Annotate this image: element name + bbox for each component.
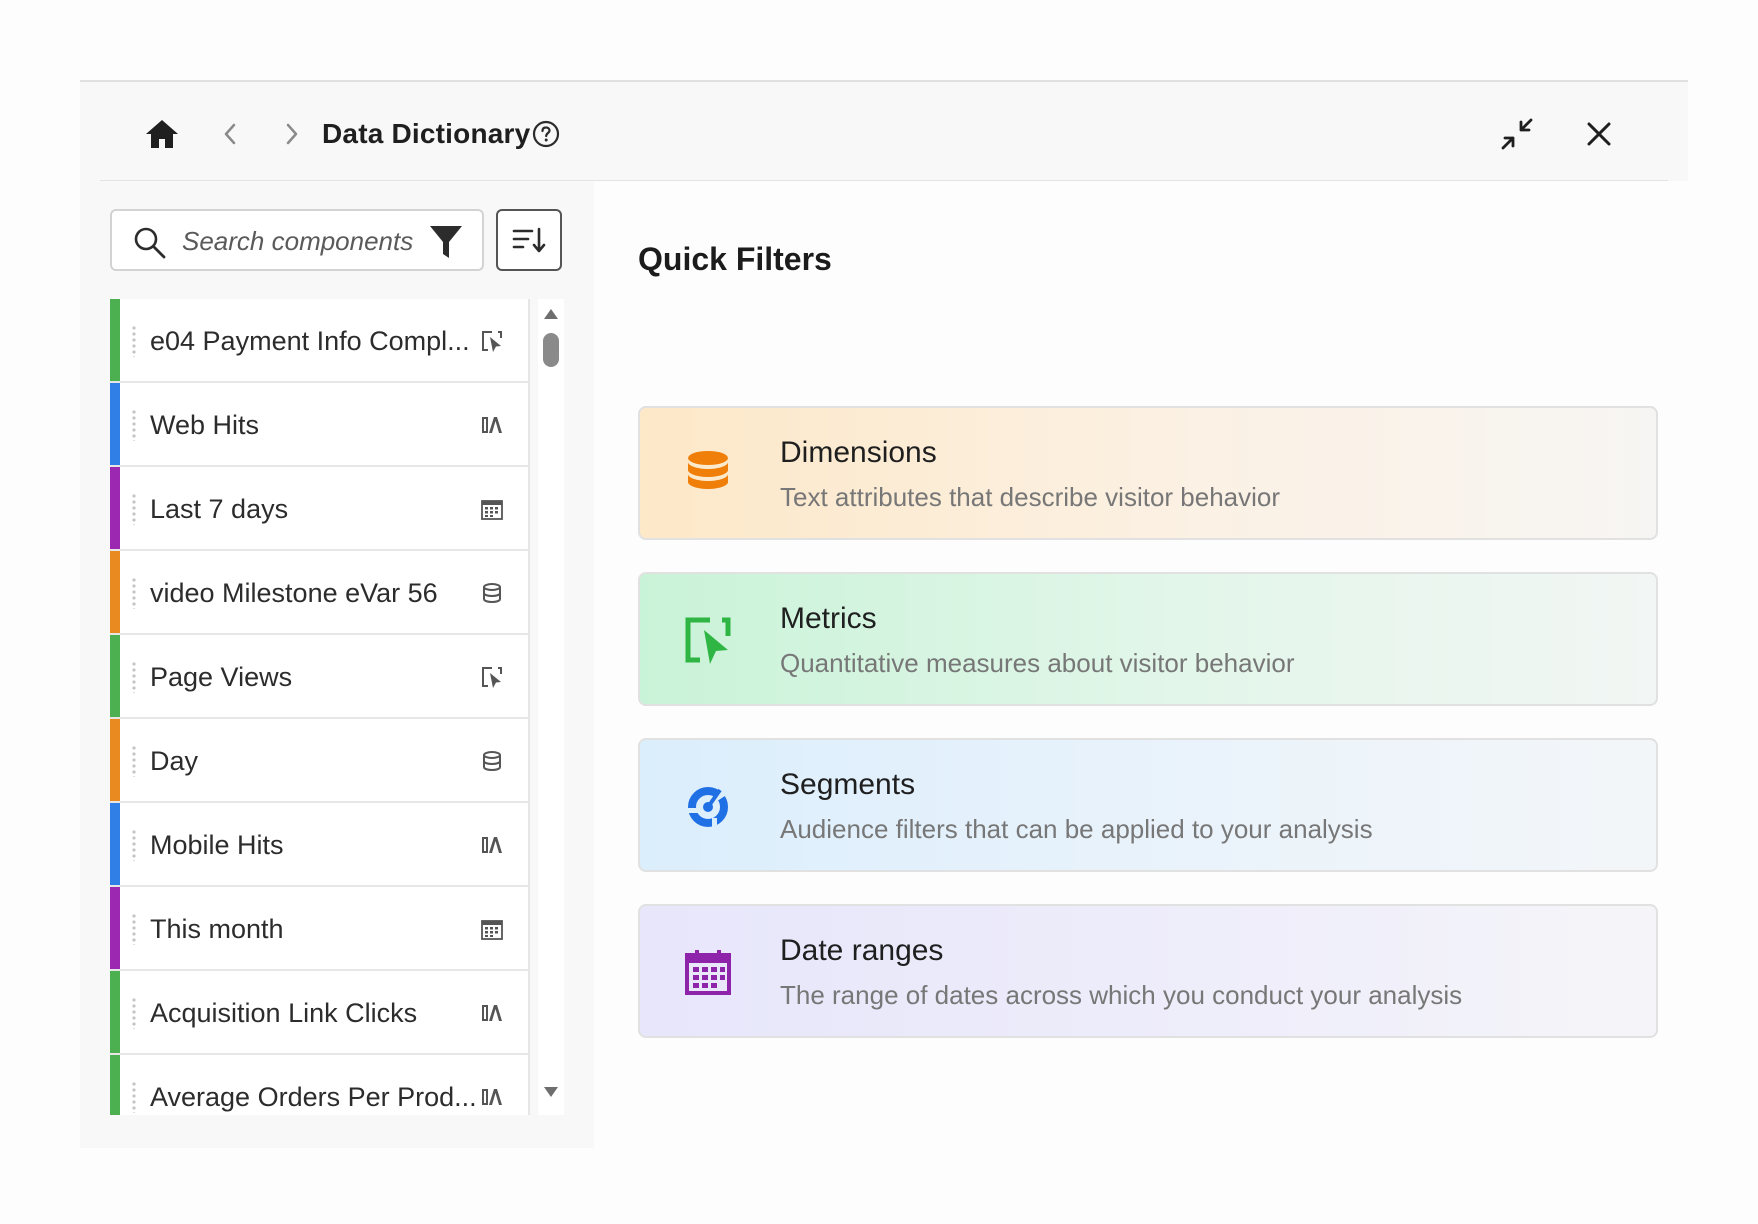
component-label: Last 7 days [150, 494, 289, 524]
component-label: Acquisition Link Clicks [150, 998, 418, 1028]
page-title: Data Dictionary [322, 118, 531, 149]
search-field[interactable] [110, 209, 484, 271]
type-color-bar [110, 635, 120, 717]
data-dictionary-panel: Data Dictionary e04 Payment Info Compl..… [80, 80, 1688, 1148]
scroll-down-arrow[interactable] [544, 1087, 558, 1097]
main-content: Quick Filters Dimensions Text attributes… [594, 181, 1688, 1148]
type-color-bar [110, 299, 120, 381]
calculated-metric-icon [480, 1085, 504, 1109]
calendar-icon [480, 497, 504, 521]
chevron-right-icon[interactable] [272, 114, 312, 154]
component-label: video Milestone eVar 56 [150, 578, 438, 608]
type-color-bar [110, 971, 120, 1053]
calculated-metric-icon [480, 833, 504, 857]
list-item[interactable]: Last 7 days [110, 467, 530, 551]
search-input[interactable] [182, 221, 422, 261]
dimensions-card[interactable]: Dimensions Text attributes that describe… [638, 406, 1658, 540]
quick-filters-title: Quick Filters [638, 241, 832, 277]
drag-handle-icon[interactable] [132, 745, 136, 777]
type-color-bar [110, 551, 120, 633]
component-label: Page Views [150, 662, 293, 692]
help-icon[interactable] [528, 116, 564, 152]
list-item[interactable]: Acquisition Link Clicks [110, 971, 530, 1055]
card-description: Text attributes that describe visitor be… [780, 482, 1281, 512]
segments-card[interactable]: Segments Audience filters that can be ap… [638, 738, 1658, 872]
list-item[interactable]: e04 Payment Info Compl... [110, 299, 530, 383]
list-item[interactable]: Web Hits [110, 383, 530, 467]
collapse-icon[interactable] [1495, 112, 1539, 156]
scroll-up-arrow[interactable] [544, 309, 558, 319]
panel-header: Data Dictionary [80, 82, 1688, 180]
component-list: e04 Payment Info Compl... Web Hits Last 7 … [110, 299, 530, 1115]
list-item[interactable]: Day [110, 719, 530, 803]
drag-handle-icon[interactable] [132, 1081, 136, 1113]
type-color-bar [110, 383, 120, 465]
type-color-bar [110, 803, 120, 885]
drag-handle-icon[interactable] [132, 577, 136, 609]
list-item[interactable]: video Milestone eVar 56 [110, 551, 530, 635]
search-icon [134, 227, 166, 259]
drag-handle-icon[interactable] [132, 409, 136, 441]
filter-icon[interactable] [428, 223, 464, 261]
components-sidebar: e04 Payment Info Compl... Web Hits Last 7 … [80, 181, 594, 1148]
type-color-bar [110, 1055, 120, 1115]
metric-icon [480, 329, 504, 353]
chevron-left-icon[interactable] [210, 114, 250, 154]
metrics-card[interactable]: Metrics Quantitative measures about visi… [638, 572, 1658, 706]
drag-handle-icon[interactable] [132, 493, 136, 525]
calendar-icon [480, 917, 504, 941]
dimension-icon [480, 581, 504, 605]
scrollbar[interactable] [538, 299, 564, 1115]
calendar-icon [685, 950, 731, 995]
segment-icon [688, 787, 728, 827]
type-color-bar [110, 467, 120, 549]
component-label: This month [150, 914, 284, 944]
card-title: Metrics [780, 602, 877, 635]
sort-icon [512, 227, 546, 253]
drag-handle-icon[interactable] [132, 661, 136, 693]
drag-handle-icon[interactable] [132, 997, 136, 1029]
metric-icon [480, 665, 504, 689]
database-icon [688, 451, 728, 489]
component-label: e04 Payment Info Compl... [150, 326, 470, 356]
list-item[interactable]: Average Orders Per Prod... [110, 1055, 530, 1115]
calculated-metric-icon [480, 1001, 504, 1025]
home-icon[interactable] [140, 112, 184, 156]
card-description: Quantitative measures about visitor beha… [780, 648, 1295, 678]
component-label: Average Orders Per Prod... [150, 1082, 477, 1112]
drag-handle-icon[interactable] [132, 913, 136, 945]
drag-handle-icon[interactable] [132, 325, 136, 357]
card-description: Audience filters that can be applied to … [780, 814, 1373, 844]
type-color-bar [110, 887, 120, 969]
date-ranges-card[interactable]: Date ranges The range of dates across wh… [638, 904, 1658, 1038]
scroll-thumb[interactable] [543, 333, 559, 367]
component-label: Mobile Hits [150, 830, 284, 860]
card-title: Dimensions [780, 436, 937, 469]
sort-button[interactable] [496, 209, 562, 271]
calculated-metric-icon [480, 413, 504, 437]
list-item[interactable]: Page Views [110, 635, 530, 719]
component-label: Web Hits [150, 410, 260, 440]
list-item[interactable]: This month [110, 887, 530, 971]
list-item[interactable]: Mobile Hits [110, 803, 530, 887]
close-icon[interactable] [1577, 112, 1621, 156]
card-title: Date ranges [780, 934, 944, 967]
card-title: Segments [780, 768, 916, 801]
drag-handle-icon[interactable] [132, 829, 136, 861]
component-label: Day [150, 746, 199, 776]
metric-cursor-icon [685, 617, 731, 664]
type-color-bar [110, 719, 120, 801]
dimension-icon [480, 749, 504, 773]
card-description: The range of dates across which you cond… [780, 980, 1463, 1010]
